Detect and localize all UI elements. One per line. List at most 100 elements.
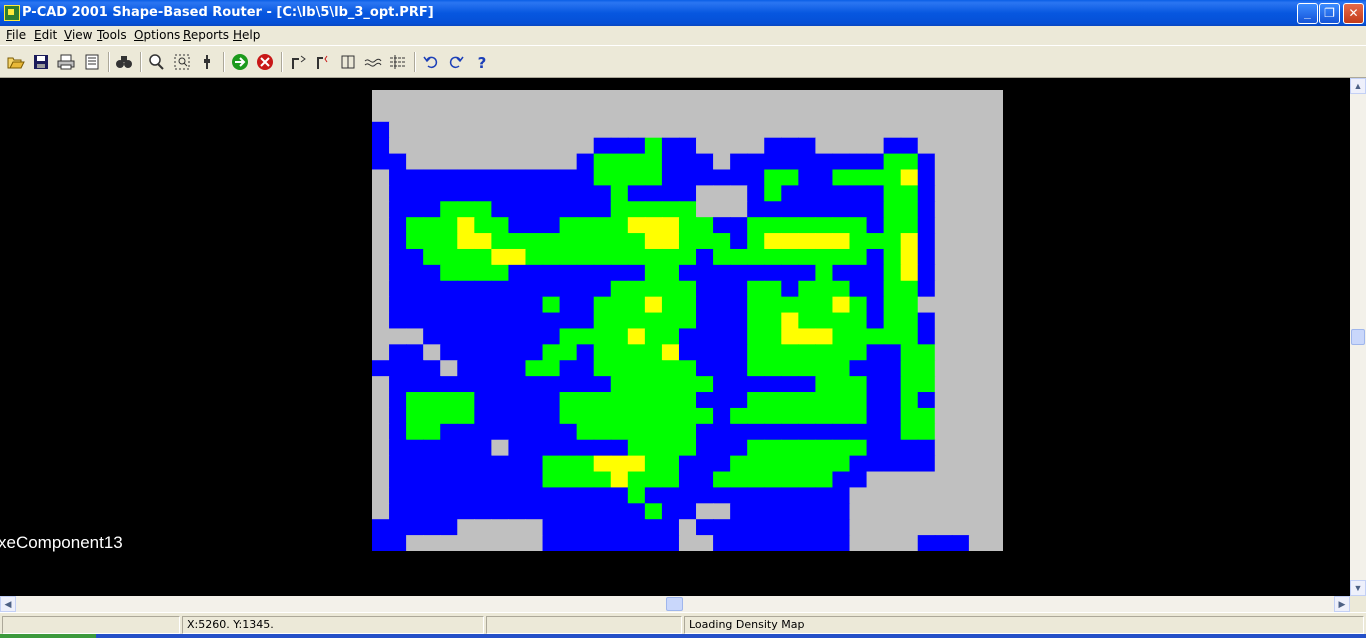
density-cell xyxy=(627,185,646,202)
density-cell xyxy=(474,535,492,551)
vertical-scrollbar[interactable]: ▲ ▼ xyxy=(1350,78,1366,596)
save-icon[interactable] xyxy=(30,51,52,73)
density-cell xyxy=(696,519,714,536)
stop-route-icon[interactable] xyxy=(254,51,276,73)
density-cell xyxy=(815,121,834,139)
density-cell xyxy=(644,439,663,457)
density-cell xyxy=(559,423,578,441)
title-bar[interactable]: P-CAD 2001 Shape-Based Router - [C:\lb\5… xyxy=(0,0,1366,26)
density-cell xyxy=(866,137,885,155)
density-cell xyxy=(559,535,578,551)
density-cell xyxy=(968,503,987,520)
density-cell xyxy=(985,312,1003,330)
density-cell xyxy=(764,90,782,107)
density-cell xyxy=(713,439,731,457)
density-cell xyxy=(951,137,970,155)
density-cell xyxy=(542,153,561,171)
density-cell xyxy=(747,407,765,425)
horizontal-scroll-thumb[interactable] xyxy=(666,597,683,611)
pin-icon[interactable] xyxy=(196,51,218,73)
density-cell xyxy=(593,312,612,330)
density-cell xyxy=(389,90,407,107)
density-cell xyxy=(730,423,748,441)
menu-help[interactable]: Help xyxy=(233,28,260,42)
density-cell xyxy=(661,312,680,330)
route-5-icon[interactable] xyxy=(387,51,409,73)
density-cell xyxy=(406,487,424,504)
route-2-icon[interactable] xyxy=(312,51,334,73)
density-cell xyxy=(644,328,663,345)
density-cell xyxy=(866,376,885,393)
menu-options[interactable]: Options xyxy=(134,28,180,42)
scroll-down-button[interactable]: ▼ xyxy=(1350,580,1366,596)
density-cell xyxy=(576,360,595,377)
density-cell xyxy=(866,185,885,202)
open-icon[interactable] xyxy=(5,51,27,73)
density-cell xyxy=(423,312,441,330)
density-cell xyxy=(661,248,680,266)
find-icon[interactable] xyxy=(113,51,135,73)
density-cell xyxy=(627,312,646,330)
density-cell xyxy=(491,137,510,155)
menu-edit[interactable]: Edit xyxy=(34,28,57,42)
route-4-icon[interactable] xyxy=(362,51,384,73)
menu-view[interactable]: View xyxy=(64,28,92,42)
density-cell xyxy=(968,296,987,314)
density-cell xyxy=(440,392,458,409)
density-cell xyxy=(883,90,902,107)
density-cell xyxy=(457,376,475,393)
density-cell xyxy=(815,535,834,551)
route-canvas[interactable]: xeComponent13 xyxy=(0,78,1350,596)
start-route-icon[interactable] xyxy=(229,51,251,73)
density-cell xyxy=(593,233,612,250)
scroll-right-button[interactable]: ▶ xyxy=(1334,596,1350,612)
density-cell xyxy=(508,487,527,504)
scroll-left-button[interactable]: ◀ xyxy=(0,596,16,612)
density-cell xyxy=(678,503,697,520)
scrollbar-corner xyxy=(1350,596,1366,612)
redo-icon[interactable] xyxy=(445,51,467,73)
density-cell xyxy=(661,121,680,139)
density-cell xyxy=(474,519,492,536)
density-cell xyxy=(747,153,765,171)
density-cell xyxy=(781,280,799,298)
menu-tools[interactable]: Tools xyxy=(97,28,127,42)
menu-file[interactable]: File xyxy=(6,28,26,42)
density-cell xyxy=(372,312,390,330)
density-cell xyxy=(883,407,902,425)
help-icon[interactable]: ? xyxy=(471,51,493,73)
density-cell xyxy=(576,344,595,361)
route-1-icon[interactable] xyxy=(287,51,309,73)
route-3-icon[interactable] xyxy=(337,51,359,73)
density-cell xyxy=(440,328,458,345)
density-cell xyxy=(934,519,953,536)
density-cell xyxy=(798,312,816,330)
zoom-window-icon[interactable] xyxy=(171,51,193,73)
undo-icon[interactable] xyxy=(420,51,442,73)
density-cell xyxy=(678,487,697,504)
menu-reports[interactable]: Reports xyxy=(183,28,229,42)
density-cell xyxy=(559,169,578,186)
zoom-icon[interactable] xyxy=(145,51,167,73)
density-cell xyxy=(474,296,492,314)
app-icon[interactable] xyxy=(4,5,20,21)
density-cell xyxy=(985,423,1003,441)
scroll-up-button[interactable]: ▲ xyxy=(1350,78,1366,94)
density-cell xyxy=(781,137,799,155)
density-cell xyxy=(696,121,714,139)
density-cell xyxy=(406,376,424,393)
vertical-scroll-thumb[interactable] xyxy=(1351,329,1365,345)
close-button[interactable]: ✕ xyxy=(1343,3,1364,24)
restore-button[interactable]: ❐ xyxy=(1319,3,1340,24)
density-cell xyxy=(798,264,816,282)
horizontal-scrollbar[interactable]: ◀ ▶ xyxy=(0,596,1350,612)
density-cell xyxy=(661,201,680,218)
density-cell xyxy=(661,137,680,155)
toolbar: ? xyxy=(0,45,1366,78)
density-cell xyxy=(883,280,902,298)
minimize-button[interactable]: _ xyxy=(1297,3,1318,24)
density-cell xyxy=(917,217,936,234)
print-icon[interactable] xyxy=(55,51,77,73)
print-setup-icon[interactable] xyxy=(81,51,103,73)
density-cell xyxy=(661,535,680,551)
